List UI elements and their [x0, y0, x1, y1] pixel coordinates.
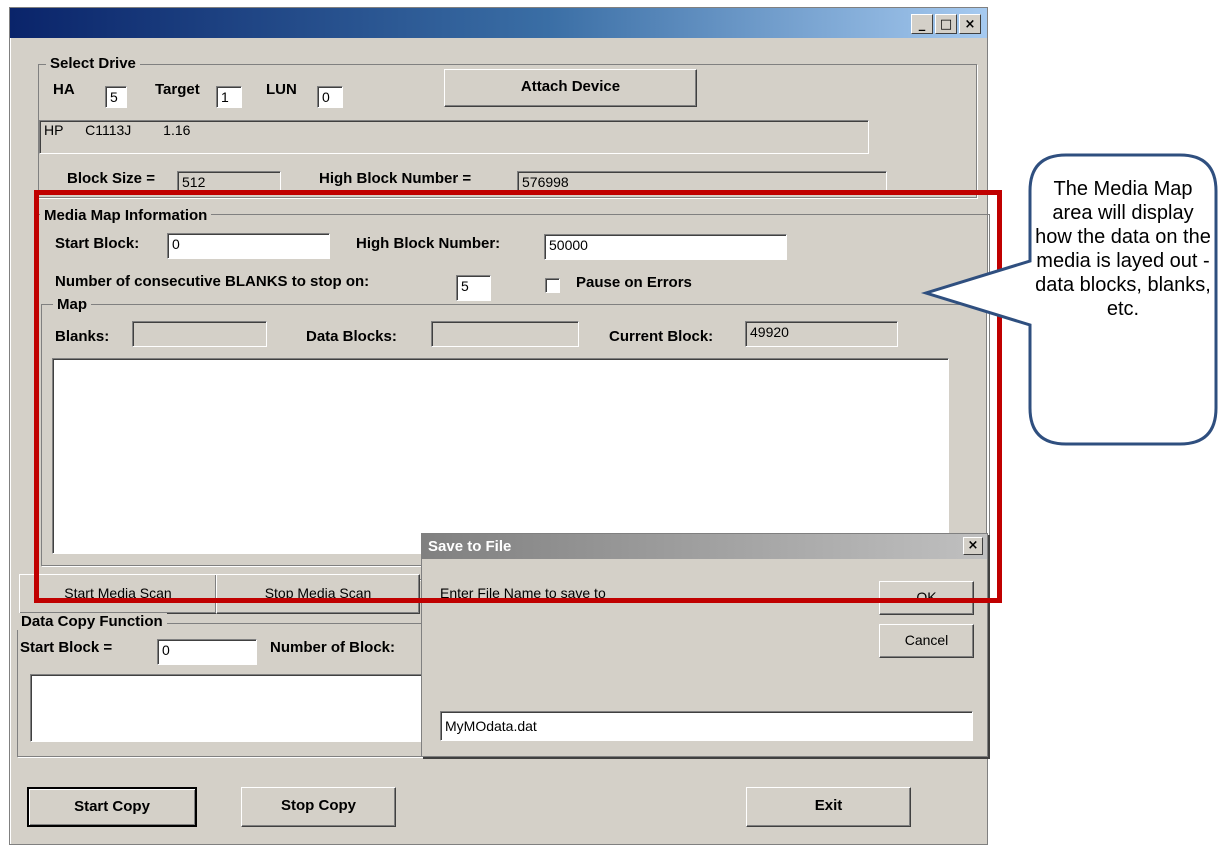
cancel-button[interactable]: Cancel: [879, 624, 974, 658]
copy-log-field: [30, 674, 430, 742]
dialog-close-icon[interactable]: ×: [963, 537, 983, 555]
current-block-label: Current Block:: [609, 328, 714, 345]
device-info-field: HP C1113J 1.16: [39, 120, 869, 154]
attach-device-button[interactable]: Attach Device: [444, 69, 697, 107]
num-blocks-label: Number of Block:: [270, 639, 396, 656]
exit-button[interactable]: Exit: [746, 787, 911, 827]
stop-media-scan-button[interactable]: Stop Media Scan: [216, 574, 420, 614]
stop-copy-button[interactable]: Stop Copy: [241, 787, 396, 827]
device-vendor: HP: [44, 122, 64, 138]
target-label: Target: [155, 81, 200, 98]
data-blocks-field: [431, 321, 579, 347]
device-model: C1113J: [85, 122, 132, 138]
device-rev: 1.16: [163, 122, 191, 138]
map-high-block-label: High Block Number:: [356, 235, 501, 252]
high-block-label: High Block Number =: [319, 170, 472, 187]
start-media-scan-button[interactable]: Start Media Scan: [19, 574, 217, 614]
blanks-stop-field[interactable]: 5: [456, 275, 491, 301]
dialog-title: Save to File: [428, 538, 512, 555]
dialog-prompt: Enter File Name to save to: [440, 585, 606, 601]
block-size-field: 512: [177, 171, 281, 193]
ok-button[interactable]: OK: [879, 581, 974, 615]
title-bar[interactable]: _ □ ×: [10, 8, 987, 38]
window-controls: _ □ ×: [911, 14, 981, 34]
high-block-field: 576998: [517, 171, 887, 193]
lun-field[interactable]: 0: [317, 86, 343, 108]
dialog-title-bar[interactable]: Save to File ×: [422, 534, 987, 559]
current-block-field: 49920: [745, 321, 898, 347]
map-title: Map: [53, 296, 91, 313]
start-copy-button[interactable]: Start Copy: [27, 787, 197, 827]
block-size-label: Block Size =: [67, 170, 155, 187]
minimize-icon[interactable]: _: [911, 14, 933, 34]
map-start-block-field[interactable]: 0: [167, 233, 330, 259]
ha-label: HA: [53, 81, 75, 98]
select-drive-title: Select Drive: [46, 55, 140, 72]
map-high-block-field[interactable]: 50000: [544, 234, 787, 260]
media-map-display: [52, 358, 949, 554]
blanks-stop-label: Number of consecutive BLANKS to stop on:: [55, 273, 370, 290]
filename-field[interactable]: MyMOdata.dat: [440, 711, 973, 741]
ha-field[interactable]: 5: [105, 86, 127, 108]
blanks-field: [132, 321, 267, 347]
copy-start-block-field[interactable]: 0: [157, 639, 257, 665]
callout-text: The Media Map area will display how the …: [1035, 178, 1211, 320]
blanks-label: Blanks:: [55, 328, 110, 345]
pause-on-errors-label: Pause on Errors: [576, 274, 692, 291]
lun-label: LUN: [266, 81, 297, 98]
maximize-icon[interactable]: □: [935, 14, 957, 34]
copy-start-block-label: Start Block =: [20, 639, 113, 656]
save-to-file-dialog: Save to File × Enter File Name to save t…: [421, 533, 988, 757]
pause-on-errors-checkbox[interactable]: [545, 278, 560, 293]
target-field[interactable]: 1: [216, 86, 242, 108]
data-copy-title: Data Copy Function: [17, 613, 167, 630]
data-blocks-label: Data Blocks:: [306, 328, 397, 345]
map-start-block-label: Start Block:: [55, 235, 140, 252]
close-icon[interactable]: ×: [959, 14, 981, 34]
media-map-title: Media Map Information: [40, 207, 212, 224]
